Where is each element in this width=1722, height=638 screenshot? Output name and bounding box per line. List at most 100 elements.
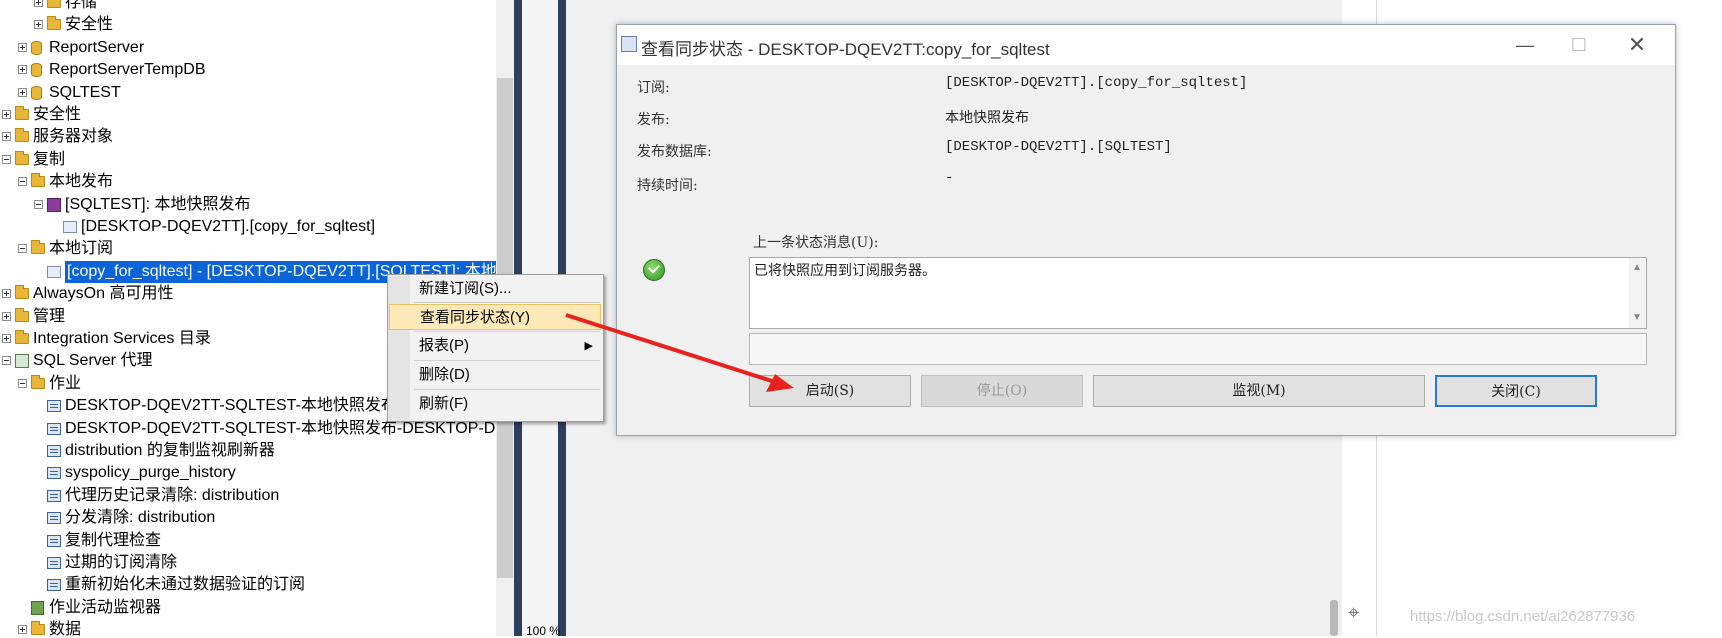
- duration-value: -: [945, 170, 954, 186]
- tree-node[interactable]: 安全性: [0, 14, 495, 36]
- close-icon[interactable]: ✕: [1622, 33, 1652, 57]
- tree-node[interactable]: 本地发布: [0, 171, 495, 193]
- subscription-value: [DESKTOP-DQEV2TT].[copy_for_sqltest]: [945, 75, 1248, 91]
- collapse-icon[interactable]: [2, 154, 11, 164]
- tree-node[interactable]: 作业活动监视器: [0, 597, 495, 619]
- tree-node[interactable]: ReportServerTempDB: [0, 59, 495, 81]
- tree-node-label: 安全性: [65, 16, 114, 34]
- tree-node[interactable]: 代理历史记录清除: distribution: [0, 485, 495, 507]
- last-status-message-box[interactable]: 已将快照应用到订阅服务器。 ▲ ▼: [749, 257, 1647, 329]
- folder-icon: [31, 621, 45, 636]
- subscription-icon: [63, 221, 77, 233]
- expand-icon[interactable]: [18, 625, 27, 635]
- tree-node[interactable]: 本地订阅: [0, 238, 495, 260]
- tree-node[interactable]: distribution 的复制监视刷新器: [0, 440, 495, 462]
- menu-item-reports[interactable]: 报表(P) ▶: [389, 333, 601, 359]
- tree-node[interactable]: 服务器对象: [0, 126, 495, 148]
- tree-node-label: Integration Services 目录: [33, 330, 211, 347]
- dialog-title-bar[interactable]: 查看同步状态 - DESKTOP-DQEV2TT:copy_for_sqltes…: [617, 25, 1675, 65]
- scroll-up-icon[interactable]: ▲: [1632, 262, 1642, 273]
- tree-node-label: 作业活动监视器: [49, 598, 162, 616]
- tree-node[interactable]: 重新初始化未通过数据验证的订阅: [0, 574, 495, 596]
- menu-item-view-sync-status[interactable]: 查看同步状态(Y): [389, 304, 601, 330]
- tree-node[interactable]: syspolicy_purge_history: [0, 462, 495, 484]
- folder-icon: [15, 285, 29, 300]
- publication-value: 本地快照发布: [945, 110, 1029, 126]
- collapse-icon[interactable]: [18, 244, 27, 254]
- maximize-icon[interactable]: ☐: [1564, 33, 1594, 57]
- tree-node-label: 服务器对象: [33, 128, 114, 146]
- menu-item-label: 刷新(F): [419, 395, 469, 412]
- collapse-icon[interactable]: [18, 378, 27, 388]
- job-icon: [47, 579, 61, 592]
- tree-node-label: syspolicy_purge_history: [65, 464, 236, 482]
- duration-label: 持续时间:: [637, 178, 698, 194]
- expand-icon[interactable]: [34, 0, 43, 7]
- menu-item-new-subscription[interactable]: 新建订阅(S)...: [389, 276, 601, 302]
- collapse-icon[interactable]: [18, 177, 27, 187]
- context-menu: 新建订阅(S)... 查看同步状态(Y) 报表(P) ▶ 删除(D) 刷新(F): [387, 274, 604, 422]
- expand-icon[interactable]: [2, 289, 11, 299]
- tree-node[interactable]: 复制: [0, 149, 495, 171]
- expand-icon[interactable]: [34, 20, 43, 30]
- expand-icon[interactable]: [2, 132, 11, 142]
- tree-node-label: 存储: [65, 0, 98, 11]
- scroll-down-icon[interactable]: ▼: [1632, 312, 1642, 323]
- tree-node-label: DESKTOP-DQEV2TT-SQLTEST-本地快照发布-1: [65, 397, 412, 415]
- collapse-icon[interactable]: [34, 199, 43, 209]
- tree-node-label: 代理历史记录清除: distribution: [65, 486, 280, 504]
- submenu-arrow-icon: ▶: [584, 340, 593, 352]
- tree-node-label: 复制: [33, 150, 66, 168]
- tree-node-label: 过期的订阅清除: [65, 554, 178, 571]
- stop-button[interactable]: 停止(O): [921, 375, 1083, 407]
- tree-node[interactable]: ReportServer: [0, 37, 495, 59]
- tree-node[interactable]: SQLTEST: [0, 82, 495, 104]
- dialog-title: 查看同步状态 - DESKTOP-DQEV2TT:copy_for_sqltes…: [641, 40, 1050, 59]
- expand-icon[interactable]: [2, 334, 11, 343]
- expand-icon[interactable]: [18, 87, 27, 97]
- tree-node[interactable]: 数据: [0, 619, 495, 636]
- start-button[interactable]: 启动(S): [749, 375, 911, 407]
- tree-node[interactable]: [SQLTEST]: 本地快照发布: [0, 194, 495, 216]
- tree-node-label: 安全性: [33, 106, 82, 123]
- collapse-icon[interactable]: [2, 356, 11, 366]
- tree-node-label: 复制代理检查: [65, 531, 162, 549]
- tree-node[interactable]: 分发清除: distribution: [0, 507, 495, 529]
- dialog-app-icon: [621, 36, 637, 52]
- folder-icon: [15, 330, 29, 344]
- menu-separator: [414, 389, 600, 390]
- tree-node[interactable]: [DESKTOP-DQEV2TT].[copy_for_sqltest]: [0, 216, 495, 238]
- tree-node-label: SQL Server 代理: [33, 352, 153, 370]
- minimize-icon[interactable]: —: [1510, 33, 1540, 57]
- watermark: https://blog.csdn.net/ai262877936: [1410, 608, 1636, 625]
- folder-icon: [31, 173, 45, 188]
- publication-database-label: 发布数据库:: [637, 144, 712, 160]
- menu-separator: [414, 331, 600, 332]
- database-icon: [31, 40, 42, 55]
- menu-separator: [414, 360, 600, 361]
- folder-icon: [47, 16, 61, 31]
- tree-node[interactable]: 安全性: [0, 104, 495, 126]
- tree-node[interactable]: 存储: [0, 0, 495, 14]
- folder-icon: [31, 374, 45, 389]
- tree-node-label: ReportServer: [49, 38, 145, 56]
- expand-icon[interactable]: [18, 65, 27, 75]
- subscription-icon: [47, 265, 61, 278]
- close-button[interactable]: 关闭(C): [1435, 375, 1597, 407]
- menu-item-label: 查看同步状态(Y): [420, 309, 530, 326]
- crosshair-icon: ⌖: [1348, 602, 1360, 624]
- message-scrollbar[interactable]: ▲ ▼: [1629, 258, 1646, 328]
- expand-icon[interactable]: [18, 42, 27, 52]
- menu-item-delete[interactable]: 删除(D): [389, 362, 601, 388]
- job-icon: [47, 400, 61, 413]
- tree-node[interactable]: 复制代理检查: [0, 530, 495, 552]
- monitor-button[interactable]: 监视(M): [1093, 375, 1425, 407]
- expand-icon[interactable]: [2, 311, 11, 321]
- tree-node-label: SQLTEST: [49, 83, 121, 101]
- tree-node[interactable]: 过期的订阅清除: [0, 552, 495, 574]
- view-sync-status-dialog: 查看同步状态 - DESKTOP-DQEV2TT:copy_for_sqltes…: [616, 24, 1676, 436]
- job-icon: [47, 489, 61, 502]
- expand-icon[interactable]: [2, 110, 11, 119]
- background-scrollbar[interactable]: [1330, 600, 1338, 636]
- menu-item-refresh[interactable]: 刷新(F): [389, 391, 601, 417]
